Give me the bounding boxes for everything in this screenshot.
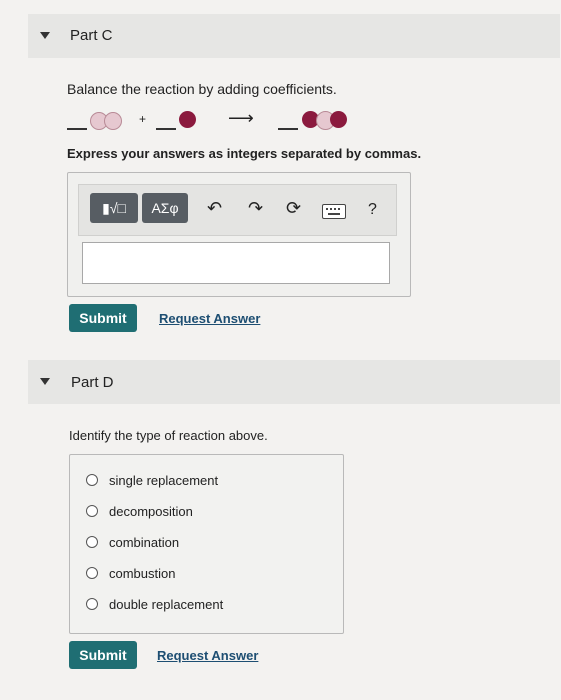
coefficient-blank-1	[67, 128, 87, 130]
templates-button[interactable]: ▮√□	[90, 193, 138, 223]
redo-icon[interactable]: ↷	[248, 198, 263, 219]
part-d-request-answer-link[interactable]: Request Answer	[157, 648, 258, 663]
radio-single-replacement[interactable]	[86, 474, 98, 486]
option-label[interactable]: double replacement	[109, 597, 223, 612]
part-c-request-answer-link[interactable]: Request Answer	[159, 311, 260, 326]
part-d-header[interactable]: Part D	[28, 360, 560, 404]
caret-down-icon[interactable]	[40, 32, 50, 39]
instruction-text: Balance the reaction by adding coefficie…	[67, 81, 337, 97]
answer-input[interactable]	[82, 242, 390, 284]
answer-prompt: Express your answers as integers separat…	[67, 146, 422, 161]
reactant-2-atom	[179, 111, 196, 128]
coefficient-blank-3	[278, 128, 298, 130]
part-c-title: Part C	[70, 27, 113, 44]
part-d-question: Identify the type of reaction above.	[69, 428, 268, 443]
caret-down-icon[interactable]	[40, 378, 50, 385]
part-d-submit-button[interactable]: Submit	[69, 641, 137, 669]
radio-decomposition[interactable]	[86, 505, 98, 517]
part-d-title: Part D	[71, 374, 114, 391]
option-label[interactable]: decomposition	[109, 504, 193, 519]
greek-symbols-button[interactable]: ΑΣφ	[142, 193, 188, 223]
option-label[interactable]: combination	[109, 535, 179, 550]
help-icon[interactable]: ?	[368, 201, 377, 219]
radio-combustion[interactable]	[86, 567, 98, 579]
reaction-arrow: ⟶	[228, 108, 254, 128]
undo-icon[interactable]: ↶	[207, 198, 222, 219]
part-c-header[interactable]: Part C	[28, 14, 560, 58]
radio-combination[interactable]	[86, 536, 98, 548]
keyboard-icon[interactable]	[322, 204, 346, 219]
part-c-submit-button[interactable]: Submit	[69, 304, 137, 332]
option-label[interactable]: single replacement	[109, 473, 218, 488]
product-atom-c	[330, 111, 347, 128]
plus-sign: +	[139, 112, 147, 126]
option-label[interactable]: combustion	[109, 566, 175, 581]
coefficient-blank-2	[156, 128, 176, 130]
reactant-1-atom-b	[104, 112, 122, 130]
reset-icon[interactable]: ⟳	[286, 198, 301, 219]
radio-double-replacement[interactable]	[86, 598, 98, 610]
